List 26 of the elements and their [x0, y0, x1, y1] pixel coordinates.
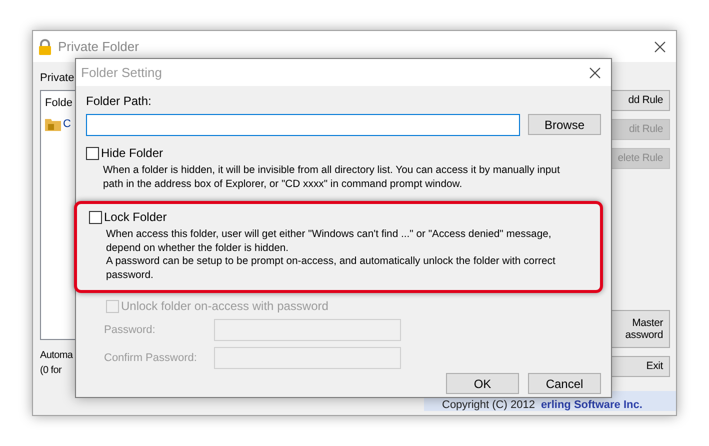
close-icon[interactable]: [589, 66, 601, 78]
field-label: Folder Path:: [86, 94, 152, 108]
dialog-button[interactable]: OK: [446, 373, 519, 394]
dialog-button[interactable]: Cancel: [528, 373, 601, 394]
checkbox-label: Lock Folder: [104, 210, 167, 224]
field-label: Confirm Password:: [104, 352, 198, 364]
checkbox-label: Unlock folder on-access with password: [121, 299, 328, 314]
window-title: Private Folder: [58, 39, 140, 54]
list-item[interactable]: C: [45, 117, 95, 131]
company-link[interactable]: erling Software Inc.: [540, 399, 642, 411]
browse-button[interactable]: Browse: [528, 114, 601, 135]
locked-folder-icon: [45, 117, 61, 131]
dialog-title: Folder Setting: [81, 65, 163, 80]
option-description: When access this folder, user will get either "Windows can't find ..." or "Access denied" message, depend on whether the folder is hidden. A password can be setup to be prompt on-access, and automatically unlock the folder with correct password.: [106, 228, 556, 282]
padlock-icon: [38, 38, 52, 54]
option-description: When a folder is hidden, it will be invisible from all directory list. You can access it by manually input path in the address box of Explorer, or "CD xxxx" in command prompt window.: [103, 164, 561, 192]
copyright-text: Copyright (C) 2012: [442, 399, 535, 411]
checkbox[interactable]: [86, 146, 99, 160]
note-text: (0 for: [40, 365, 63, 376]
folder-path-field[interactable]: [86, 114, 520, 136]
field-label: Password:: [104, 324, 156, 336]
checkbox-label: Hide Folder: [101, 146, 164, 160]
section-label: Private: [40, 72, 76, 84]
close-icon[interactable]: [654, 40, 666, 52]
checkbox[interactable]: [89, 210, 102, 224]
note-text: Automa: [40, 350, 74, 361]
